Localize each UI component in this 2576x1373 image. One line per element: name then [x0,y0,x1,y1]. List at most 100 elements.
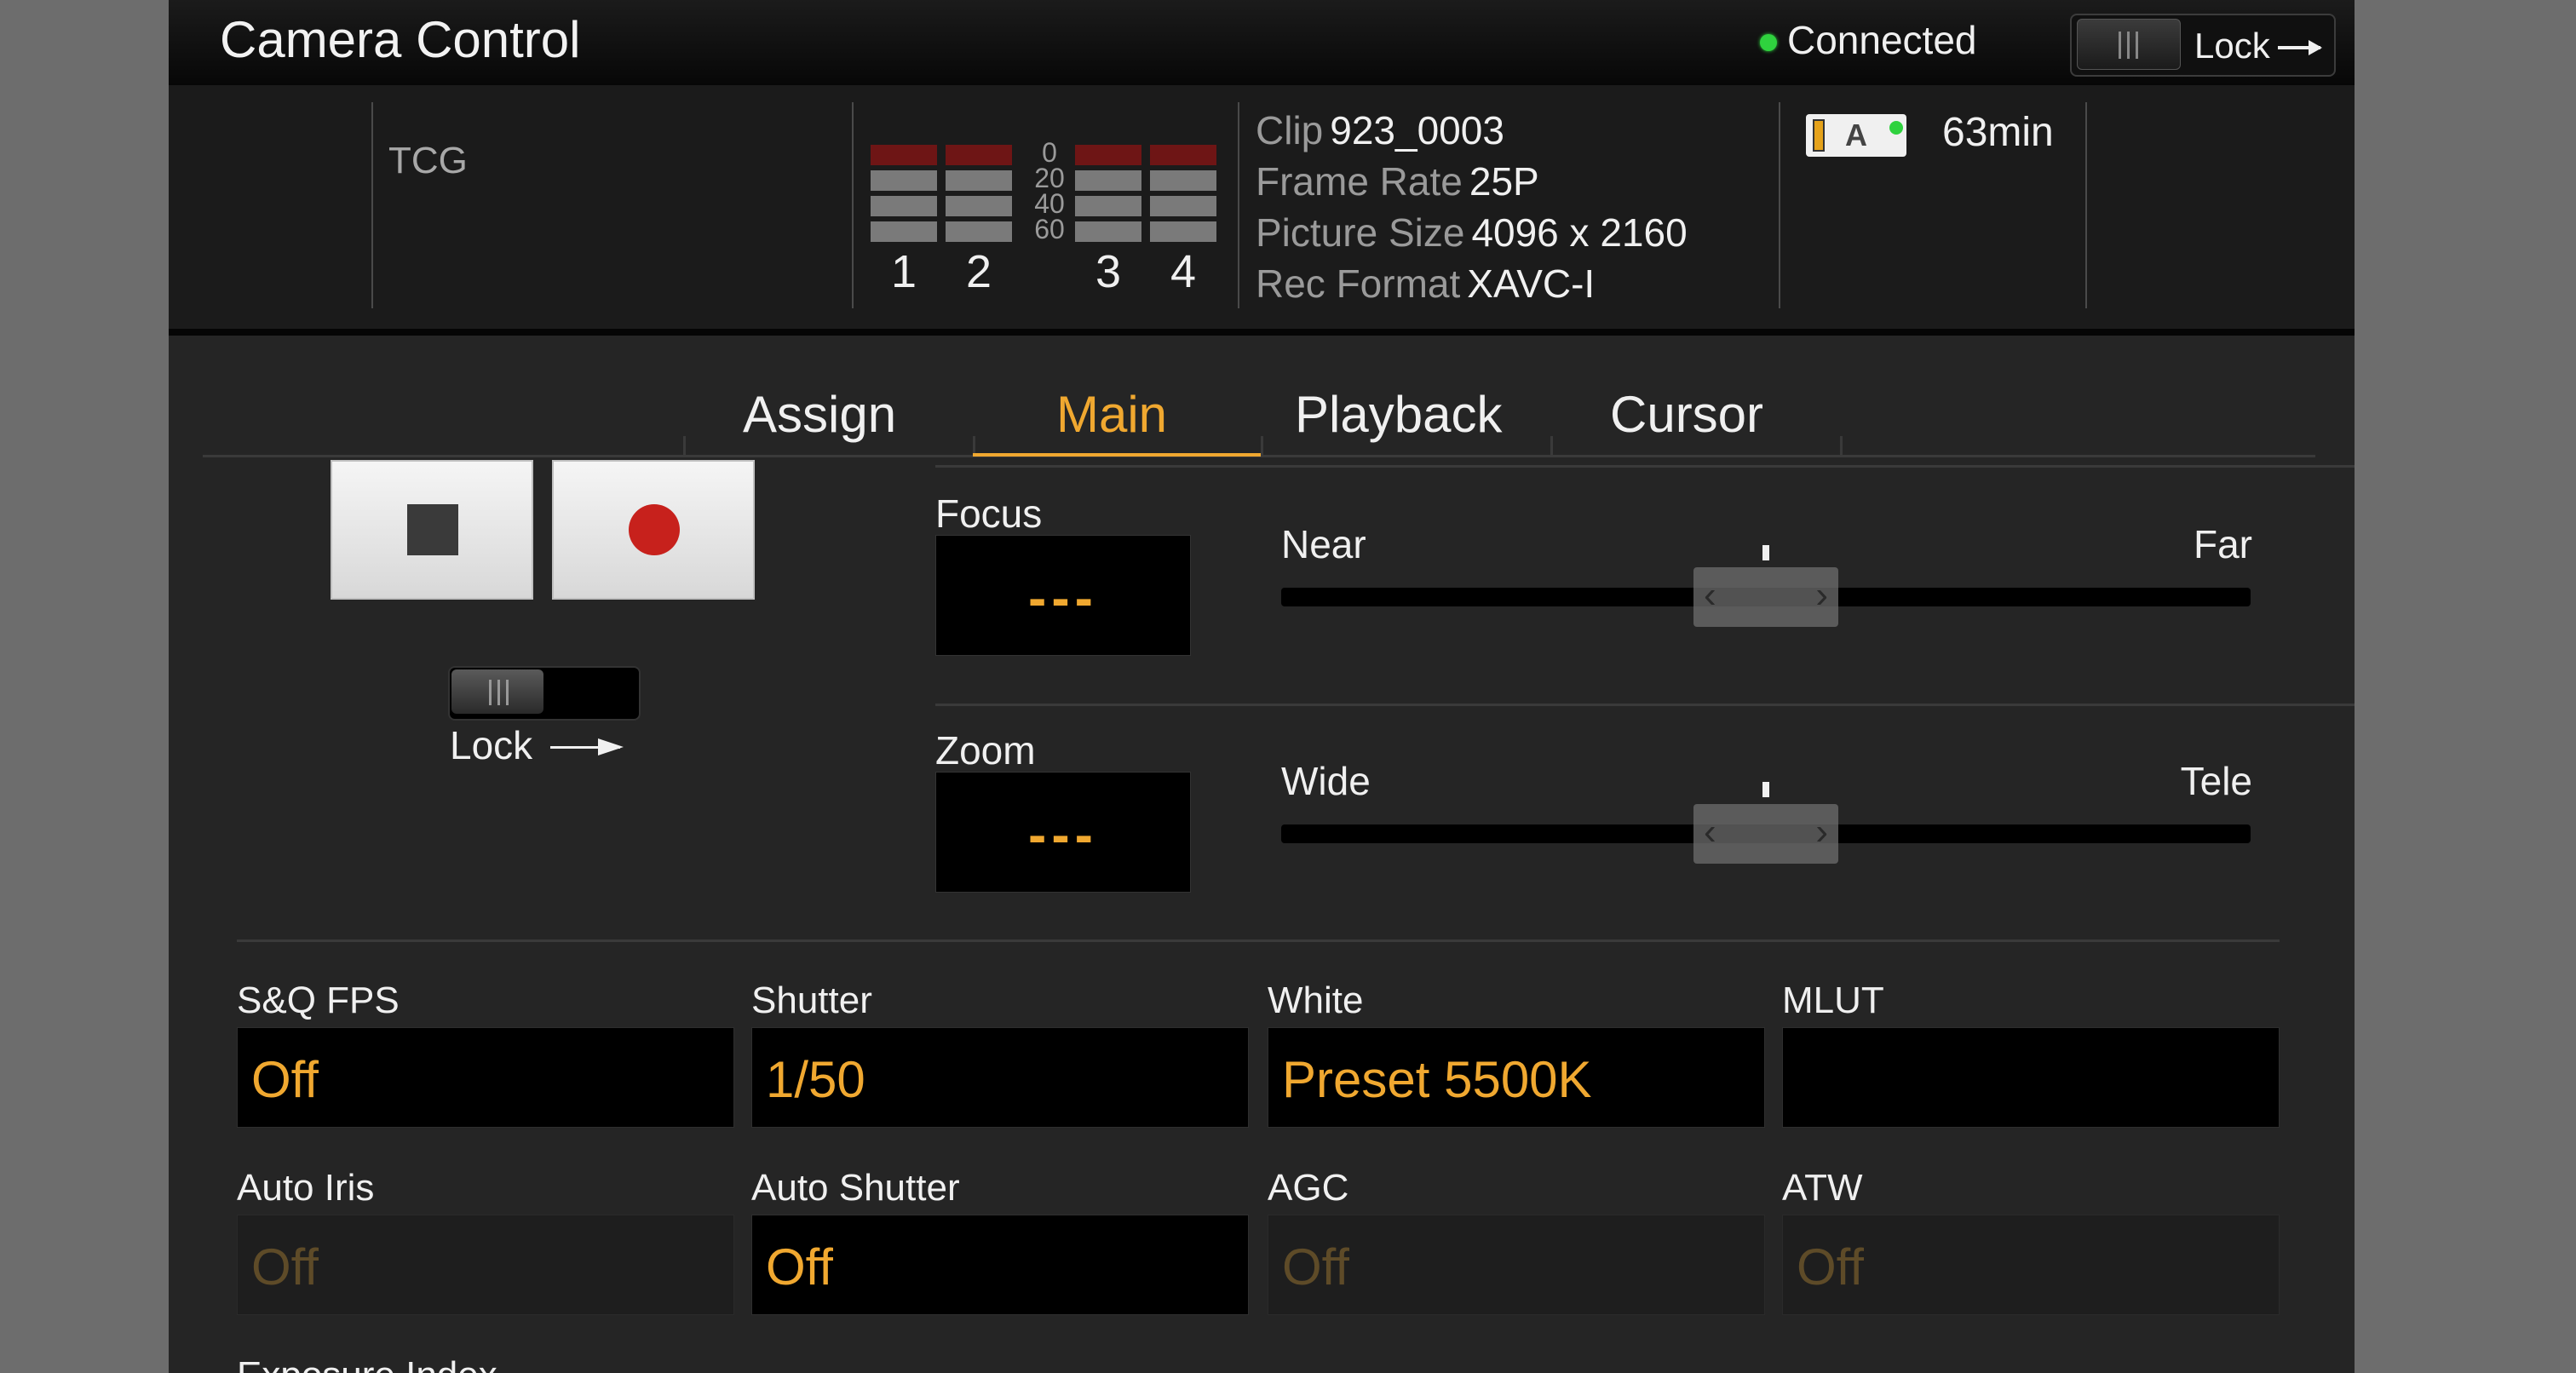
zoom-label: Zoom [935,728,1036,773]
sq-fps-label: S&Q FPS [237,979,400,1021]
media-slot-icon: A [1806,114,1906,157]
divider [1779,102,1780,308]
shutter-label: Shutter [751,979,872,1021]
divider [852,102,854,308]
audio-channel-label: 3 [1095,246,1122,297]
divider [237,939,2280,942]
connection-indicator-icon [1760,34,1777,51]
media-slot-letter: A [1845,118,1867,152]
record-lock-label: Lock [450,723,533,767]
audio-scale-tick: 40 [1034,188,1065,219]
divider [935,465,2355,468]
agc-field[interactable]: Off [1268,1215,1765,1315]
tab-divider [683,436,686,457]
divider [1238,102,1239,308]
zoom-center-mark [1762,782,1769,797]
agc-label: AGC [1268,1167,1349,1209]
lock-switch-knob[interactable] [2077,19,2181,70]
stop-icon [407,504,458,555]
rec-format-value: XAVC-I [1467,261,1596,306]
zoom-slider-thumb[interactable]: ‹ › [1693,804,1838,864]
header-lock-switch[interactable]: Lock [2070,14,2336,77]
audio-meter-ch4 [1150,145,1216,247]
divider [2085,102,2087,308]
arrow-right-icon [550,738,624,755]
lock-switch-knob[interactable] [451,669,543,714]
white-value: Preset 5500K [1282,1051,1592,1108]
audio-scale: 0 20 40 60 [1024,137,1075,244]
mlut-field[interactable] [1782,1027,2280,1128]
tab-divider [1550,436,1553,457]
audio-meter-ch1 [871,145,937,247]
clip-label: Clip [1256,108,1324,152]
media-remaining-time: 63min [1942,110,2054,155]
tab-divider [1261,436,1263,457]
stop-button[interactable] [331,460,533,600]
atw-value: Off [1797,1238,1864,1295]
zoom-value-box[interactable]: --- [935,772,1191,893]
atw-field[interactable]: Off [1782,1215,2280,1315]
zoom-wide-label: Wide [1281,759,1371,803]
zoom-tele-label: Tele [2180,759,2252,803]
divider [935,704,2355,706]
frame-rate-value: 25P [1469,159,1539,204]
clip-value: 923_0003 [1330,108,1504,152]
audio-meter-ch2 [946,145,1012,247]
auto-iris-label: Auto Iris [237,1167,375,1209]
picture-size-info: Picture Size 4096 x 2160 [1256,210,1688,256]
atw-label: ATW [1782,1167,1863,1209]
chevron-right-icon: › [1815,574,1828,616]
focus-near-label: Near [1281,522,1366,566]
audio-scale-tick: 0 [1042,137,1057,168]
sq-fps-field[interactable]: Off [237,1027,734,1128]
record-button[interactable] [552,460,755,600]
tab-main[interactable]: Main [1056,385,1167,444]
active-tab-indicator [973,453,1261,457]
focus-value-box[interactable]: --- [935,535,1191,656]
header-lock-label: Lock [2194,26,2270,66]
media-active-led-icon [1889,121,1903,135]
record-icon [629,504,680,555]
zoom-value: --- [1028,804,1098,865]
tab-cursor[interactable]: Cursor [1610,385,1763,444]
picture-size-value: 4096 x 2160 [1471,210,1688,255]
audio-scale-tick: 60 [1034,214,1065,244]
connection-status: Connected [1787,18,1977,62]
white-label: White [1268,979,1364,1021]
focus-far-label: Far [2194,522,2252,566]
focus-label: Focus [935,491,1043,536]
focus-slider-thumb[interactable]: ‹ › [1693,567,1838,627]
divider [371,102,373,308]
tcg-label: TCG [388,140,468,181]
shutter-value: 1/50 [766,1051,865,1108]
chevron-right-icon: › [1815,811,1828,853]
agc-value: Off [1282,1238,1349,1295]
picture-size-label: Picture Size [1256,210,1465,255]
arrow-right-icon [2278,40,2322,55]
frame-rate-label: Frame Rate [1256,159,1463,204]
status-panel: TCG 0 20 40 60 1 2 3 4 Clip 923_0003 Fram… [169,85,2355,336]
tab-assign[interactable]: Assign [743,385,896,444]
auto-iris-value: Off [251,1238,319,1295]
chevron-left-icon: ‹ [1704,811,1716,853]
mlut-label: MLUT [1782,979,1884,1021]
auto-shutter-field[interactable]: Off [751,1215,1249,1315]
frame-rate-info: Frame Rate 25P [1256,158,1539,204]
shutter-field[interactable]: 1/50 [751,1027,1249,1128]
audio-meter-ch3 [1075,145,1141,247]
audio-channel-label: 1 [890,246,917,297]
rec-format-label: Rec Format [1256,261,1461,306]
app-title: Camera Control [220,11,581,68]
chevron-left-icon: ‹ [1704,574,1716,616]
title-bar: Camera Control Connected Lock [169,0,2355,85]
audio-channel-label: 4 [1170,246,1197,297]
white-field[interactable]: Preset 5500K [1268,1027,1765,1128]
exposure-index-label: Exposure Index [237,1354,497,1373]
camera-control-app: Camera Control Connected Lock TCG 0 20 4… [169,0,2355,1373]
auto-shutter-label: Auto Shutter [751,1167,960,1209]
auto-iris-field[interactable]: Off [237,1215,734,1315]
auto-shutter-value: Off [766,1238,833,1295]
record-lock-switch[interactable] [448,666,641,721]
focus-value: --- [1028,567,1098,629]
tab-playback[interactable]: Playback [1295,385,1502,444]
